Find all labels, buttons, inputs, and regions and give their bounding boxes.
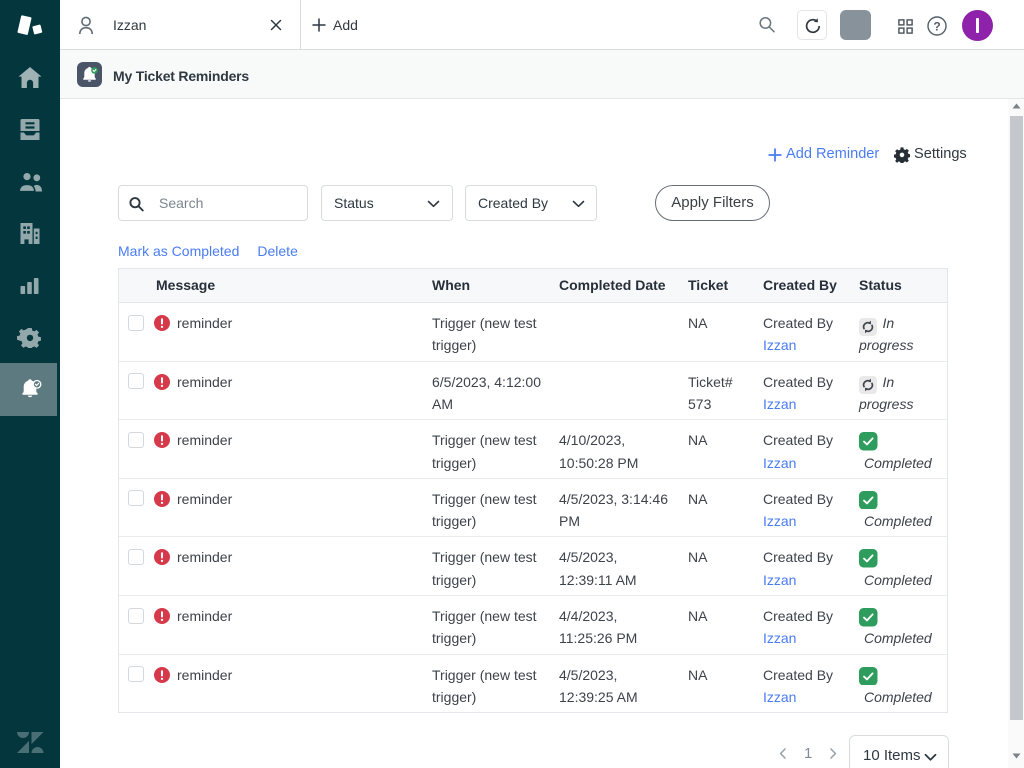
svg-text:?: ? [933,19,940,33]
